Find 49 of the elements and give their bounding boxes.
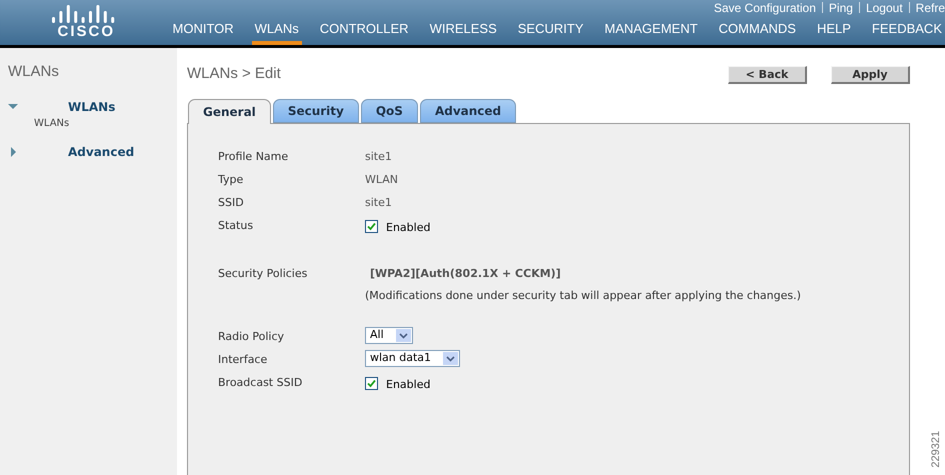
figure-number: 229321	[929, 430, 944, 468]
checkbox[interactable]	[365, 220, 378, 233]
dropdown[interactable]: All	[365, 327, 413, 344]
dropdown[interactable]: wlan data1	[365, 350, 460, 367]
field-label: Security Policies	[218, 266, 308, 282]
breadcrumb: WLANs > Edit	[187, 64, 281, 84]
caret-icon	[396, 329, 411, 342]
field-value: site1	[365, 195, 392, 211]
checkbox-label: Enabled	[386, 377, 430, 393]
sidebar-item[interactable]: WLANs	[68, 98, 116, 116]
triangle-down-icon[interactable]	[8, 102, 18, 112]
action-button[interactable]: < Back	[728, 66, 807, 84]
nav-tab[interactable]: CONTROLLER	[316, 18, 412, 45]
top-link[interactable]: Ping	[828, 0, 853, 16]
checkbox[interactable]	[365, 376, 378, 390]
nav-tab[interactable]: WIRELESS	[426, 18, 500, 45]
nav-tab[interactable]: COMMANDS	[716, 18, 799, 45]
nav-tab[interactable]: MANAGEMENT	[602, 18, 701, 45]
field-label: SSID	[218, 195, 245, 211]
field-label: Type	[218, 172, 244, 188]
checkbox-label: Enabled	[386, 220, 430, 236]
nav-tab[interactable]: WLANs	[252, 18, 302, 45]
sidebar-title: WLANs	[8, 62, 60, 82]
tab[interactable]: Security	[272, 99, 359, 123]
field-label: Profile Name	[218, 149, 290, 165]
top-link[interactable]: Save Configuration	[714, 0, 816, 16]
field-label: Radio Policy	[218, 329, 286, 345]
action-button[interactable]: Apply	[831, 66, 910, 84]
nav-tab[interactable]: SECURITY	[514, 18, 586, 45]
field-label: Interface	[218, 352, 268, 368]
nav-tab[interactable]: HELP	[814, 18, 854, 45]
logo-text: CISCO	[56, 23, 115, 41]
field-label: Status	[218, 218, 254, 234]
top-link[interactable]: Refre	[916, 0, 945, 16]
triangle-right-icon[interactable]	[8, 146, 18, 156]
tab[interactable]: QoS	[360, 99, 418, 123]
field-value: site1	[365, 149, 392, 165]
top-link[interactable]: Logout	[866, 0, 903, 16]
field-value: WLAN	[365, 172, 398, 188]
policy-value: [WPA2][Auth(802.1X + CCKM)]	[369, 266, 562, 282]
field-label: Broadcast SSID	[218, 375, 304, 391]
sidebar-item[interactable]: Advanced	[68, 142, 134, 160]
policy-note: (Modifications done under security tab will appear after applying the changes.)	[365, 288, 801, 304]
sidebar-subitem[interactable]: WLANs	[34, 116, 177, 130]
tab[interactable]: General	[188, 99, 271, 124]
nav-tab[interactable]: MONITOR	[170, 18, 237, 45]
caret-icon	[443, 352, 458, 365]
tab[interactable]: Advanced	[420, 99, 516, 123]
nav-tab[interactable]: FEEDBACK	[868, 18, 945, 45]
